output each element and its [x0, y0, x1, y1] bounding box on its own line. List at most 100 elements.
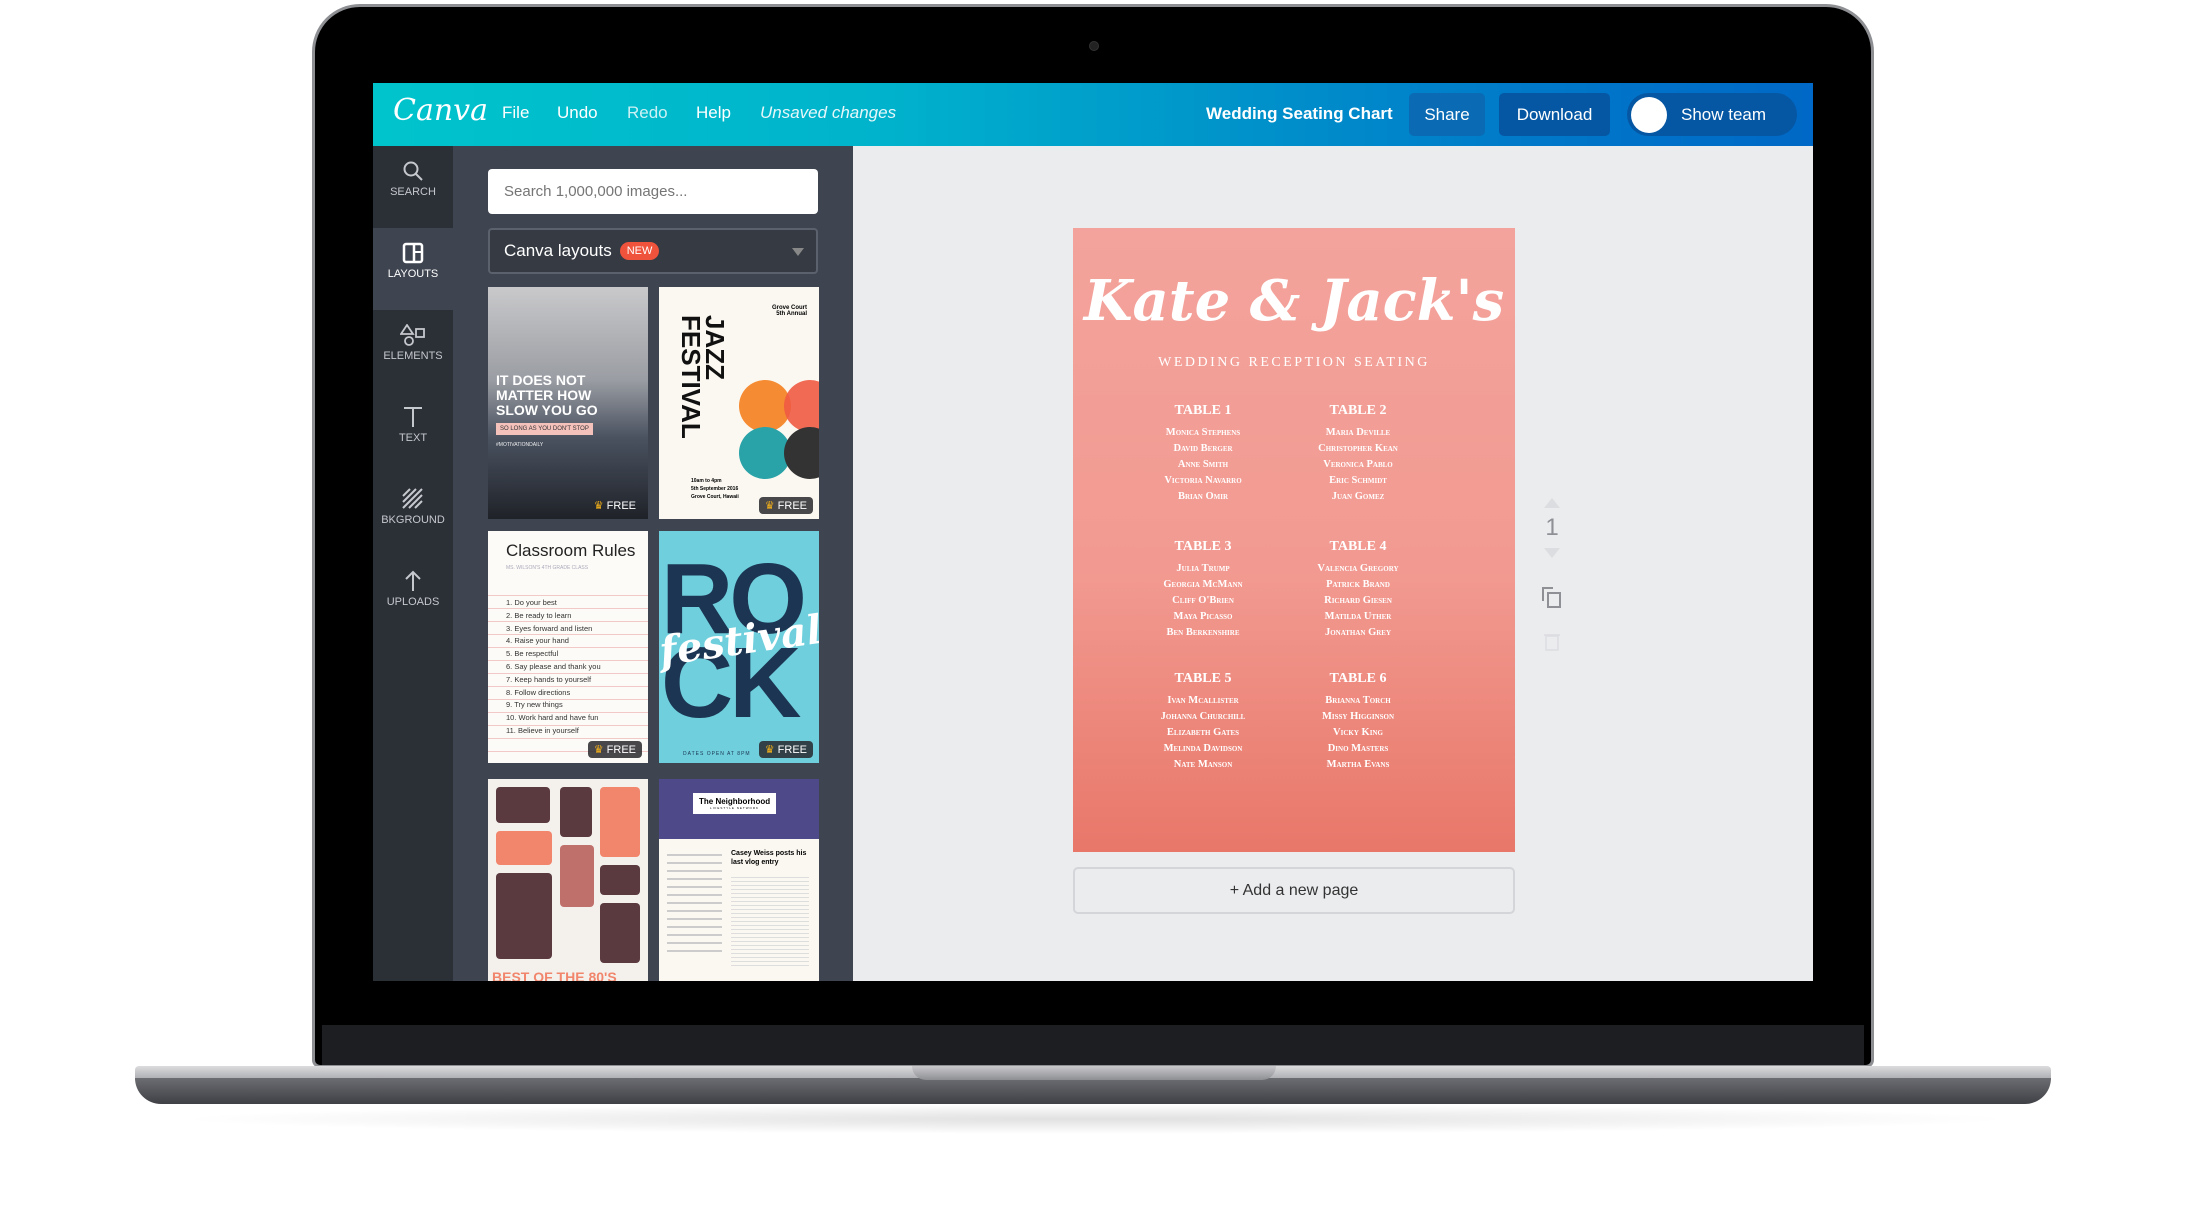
canva-logo[interactable]: Canva: [393, 93, 488, 128]
sidebar-item-elements[interactable]: ELEMENTS: [373, 310, 453, 392]
seating-table[interactable]: TABLE 5 Ivan Mcallister Johanna Churchill E…: [1113, 671, 1293, 773]
sidebar-item-label: ELEMENTS: [383, 350, 443, 362]
sidebar-item-label: LAYOUTS: [387, 268, 439, 280]
layout-thumbnail[interactable]: ROCK festival DATES OPEN AT 8PM ♛ FREE: [659, 531, 819, 763]
thumb-text: Casey Weiss posts his last vlog entry: [731, 850, 807, 866]
page-controls: 1: [1537, 498, 1567, 656]
free-badge: ♛ FREE: [758, 741, 813, 758]
app-screen: Canva File Undo Redo Help Unsaved change…: [373, 83, 1813, 981]
guest-name: Richard Giesen: [1324, 595, 1392, 606]
save-status: Unsaved changes: [760, 103, 897, 122]
layouts-panel: Canva layouts NEW IT DOES NOT MATTER HOW…: [453, 146, 853, 981]
toggle-knob: [1631, 96, 1667, 133]
guest-name: Ben Berkenshire: [1166, 627, 1240, 638]
add-page-button[interactable]: + Add a new page: [1073, 867, 1515, 914]
new-badge: NEW: [619, 242, 660, 260]
table-name: TABLE 5: [1174, 671, 1232, 686]
crown-icon: ♛: [593, 744, 604, 756]
sidebar-item-layouts[interactable]: LAYOUTS: [373, 228, 453, 310]
menu-file[interactable]: File: [502, 103, 529, 123]
delete-page-icon[interactable]: [1543, 631, 1561, 651]
guest-name: Melinda Davidson: [1163, 743, 1243, 754]
rule-line: 5. Be respectful: [506, 649, 559, 659]
layouts-dropdown[interactable]: Canva layouts NEW: [488, 228, 818, 274]
table-name: TABLE 4: [1329, 539, 1387, 554]
guest-name: Jonathan Grey: [1324, 627, 1392, 638]
laptop-base-front: [135, 1078, 2051, 1104]
search-icon: [403, 161, 423, 181]
chevron-down-icon: [792, 248, 804, 256]
sidebar-item-uploads[interactable]: UPLOADS: [373, 556, 453, 638]
download-button[interactable]: Download: [1499, 93, 1610, 136]
rule-line: 4. Raise your hand: [506, 636, 569, 646]
table-name: TABLE 3: [1174, 539, 1232, 554]
guest-name: Brian Omir: [1177, 491, 1229, 502]
crown-icon: ♛: [764, 744, 775, 756]
thumb-text: 10am to 4pm 5th September 2016 Grove Court…: [691, 478, 739, 500]
guest-name: Juan Gomez: [1331, 491, 1385, 502]
show-team-toggle[interactable]: Show team: [1627, 93, 1797, 136]
sidebar-item-label: SEARCH: [390, 186, 436, 198]
thumb-text: BEST OF THE 80'S: [492, 969, 617, 981]
layout-thumbnail[interactable]: Classroom Rules MS. WILSON'S 4TH GRADE C…: [488, 531, 648, 763]
design-subtitle[interactable]: WEDDING RECEPTION SEATING: [1073, 355, 1515, 371]
menu-undo[interactable]: Undo: [557, 103, 598, 123]
guest-name: Vicky King: [1333, 727, 1383, 738]
seating-table[interactable]: TABLE 2 Maria Deville Christopher Kean Vero…: [1268, 403, 1448, 505]
layout-thumbnail[interactable]: JAZZ FESTIVAL Grove Court 5th Annual 10a…: [659, 287, 819, 519]
guest-name: Julia Trump: [1176, 563, 1230, 574]
layouts-icon: [402, 242, 424, 264]
rule-line: 1. Do your best: [506, 598, 557, 607]
menu-help[interactable]: Help: [696, 103, 731, 123]
seating-table[interactable]: TABLE 4 Valencia Gregory Patrick Brand Rich…: [1268, 539, 1448, 641]
search-images-input[interactable]: [488, 169, 818, 214]
thumb-text: MS. WILSON'S 4TH GRADE CLASS: [506, 565, 589, 571]
rule-line: 2. Be ready to learn: [506, 610, 572, 620]
guest-name: Ivan Mcallister: [1167, 695, 1239, 706]
guest-name: Maya Picasso: [1173, 611, 1233, 622]
background-icon: [402, 488, 423, 509]
guest-name: Nate Manson: [1173, 759, 1233, 770]
guest-name: Monica Stephens: [1165, 427, 1241, 438]
dropdown-value: Canva layouts: [504, 241, 612, 260]
rule-line: 11. Believe in yourself: [506, 725, 579, 735]
rule-line: 6. Say please and thank you: [506, 661, 601, 671]
thumb-text: #MOTIVATIONDAILY: [496, 442, 544, 448]
sidebar-item-text[interactable]: TEXT: [373, 392, 453, 474]
seating-table[interactable]: TABLE 3 Julia Trump Georgia McMann Cliff O'…: [1113, 539, 1293, 641]
table-name: TABLE 1: [1174, 403, 1232, 418]
layout-thumbnail[interactable]: IT DOES NOT MATTER HOW SLOW YOU GO SO LO…: [488, 287, 648, 519]
laptop-chin: [322, 1025, 1864, 1065]
guest-name: Victoria Navarro: [1164, 475, 1242, 486]
guest-name: Eric Schmidt: [1329, 475, 1387, 486]
sidebar-item-search[interactable]: SEARCH: [373, 146, 453, 228]
layout-thumbnail[interactable]: BEST OF THE 80'S: [488, 779, 648, 981]
guest-name: Maria Deville: [1325, 427, 1391, 438]
guest-name: Christopher Kean: [1318, 443, 1398, 454]
seating-table[interactable]: TABLE 1 Monica Stephens David Berger Anne S…: [1113, 403, 1293, 505]
share-button[interactable]: Share: [1409, 93, 1485, 136]
table-name: TABLE 6: [1329, 671, 1387, 686]
guest-name: Dino Masters: [1327, 743, 1389, 754]
guest-name: Cliff O'Brien: [1172, 595, 1234, 606]
guest-name: Patrick Brand: [1326, 579, 1390, 590]
document-title[interactable]: Wedding Seating Chart: [1206, 104, 1393, 124]
sidebar-item-label: BKGROUND: [381, 514, 445, 526]
shapes-icon: [400, 324, 425, 346]
sidebar-item-label: UPLOADS: [386, 596, 440, 608]
page-up-icon[interactable]: [1544, 498, 1560, 508]
menu-redo[interactable]: Redo: [627, 103, 668, 123]
rule-line: 9. Try new things: [506, 700, 563, 710]
layout-thumbnail[interactable]: The Neighborhood LIFESTYLE NETWORK Casey …: [659, 779, 819, 981]
guest-name: Johanna Churchill: [1160, 711, 1246, 722]
design-title[interactable]: Kate & Jack's: [1073, 268, 1515, 334]
seating-table[interactable]: TABLE 6 Brianna Torch Missy Higginson Vicky…: [1268, 671, 1448, 773]
duplicate-page-icon[interactable]: [1541, 586, 1563, 608]
sidebar-item-background[interactable]: BKGROUND: [373, 474, 453, 556]
laptop-notch: [912, 1066, 1276, 1080]
camera: [1089, 41, 1099, 51]
guest-name: Veronica Pablo: [1323, 459, 1393, 470]
design-page[interactable]: Kate & Jack's WEDDING RECEPTION SEATING …: [1073, 228, 1515, 852]
page-down-icon[interactable]: [1544, 548, 1560, 558]
guest-name: Georgia McMann: [1163, 579, 1243, 590]
